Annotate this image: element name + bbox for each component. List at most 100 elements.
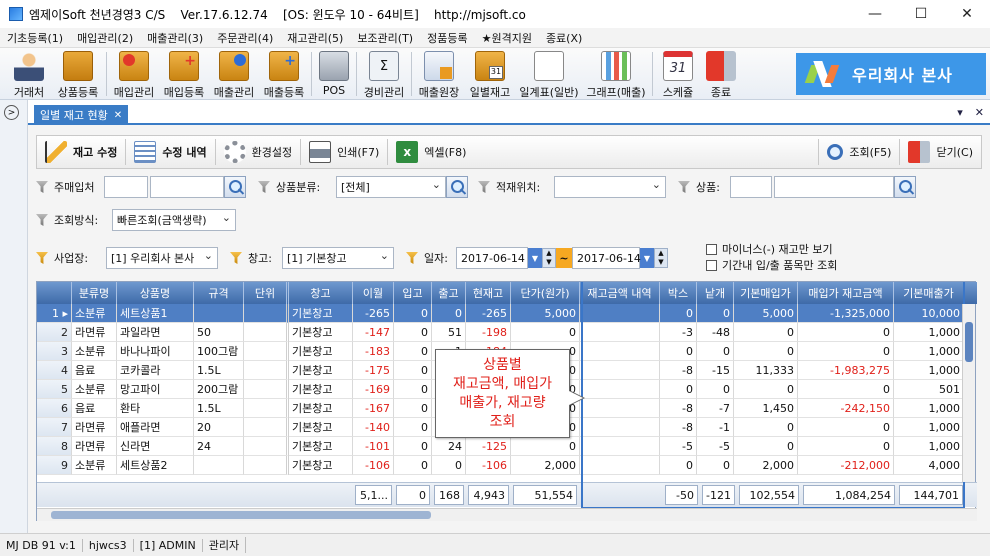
col-unit[interactable]: 단위 [244, 282, 289, 304]
cell-buy-stock-amount[interactable]: 0 [798, 380, 894, 399]
cell-buy-stock-amount[interactable]: -1,325,000 [798, 304, 894, 323]
cell-amount-detail[interactable] [580, 418, 660, 437]
cell-buy-stock-amount[interactable]: 0 [798, 418, 894, 437]
edit-history-button[interactable]: 수정 내역 [126, 135, 214, 169]
cell-in[interactable]: 0 [394, 399, 432, 418]
close-button[interactable]: ✕ [944, 0, 990, 28]
cell-piece[interactable]: 0 [697, 456, 734, 475]
cell-row-number[interactable]: 6 [37, 399, 72, 418]
cell-box[interactable]: -5 [660, 437, 697, 456]
site-select[interactable]: [1] 우리회사 본사 [106, 247, 218, 269]
cell-base-sell[interactable]: 501 [894, 380, 964, 399]
product-search-icon[interactable] [894, 176, 916, 198]
col-buy-stock-amount[interactable]: 매입가 재고금액 [798, 282, 894, 304]
cell-amount-detail[interactable] [580, 399, 660, 418]
cell-amount-detail[interactable] [580, 361, 660, 380]
cell-box[interactable]: 0 [660, 456, 697, 475]
tab-menu-icon[interactable]: ▾ [957, 106, 963, 119]
cell-base-buy[interactable]: 0 [734, 323, 798, 342]
cell-base-buy[interactable]: 0 [734, 437, 798, 456]
menu-purchase[interactable]: 매입관리(2) [70, 30, 140, 46]
cell-spec[interactable] [194, 304, 244, 323]
cell-product[interactable]: 환타 [117, 399, 194, 418]
col-base-buy[interactable]: 기본매입가 [734, 282, 798, 304]
cell-row-number[interactable]: 1 ▸ [37, 304, 72, 323]
toolbar-pos-button[interactable]: POS [314, 48, 354, 100]
date-to-calendar-icon[interactable]: ▼ [640, 248, 654, 268]
cell-box[interactable]: -8 [660, 418, 697, 437]
toolbar-daily-report-button[interactable]: 일계표(일반) [516, 48, 582, 100]
menu-basic[interactable]: 기초등록(1) [0, 30, 70, 46]
cell-product[interactable]: 과일라면 [117, 323, 194, 342]
cell-stock[interactable]: -106 [466, 456, 511, 475]
cell-spec[interactable]: 20 [194, 418, 244, 437]
cell-base-sell[interactable]: 1,000 [894, 361, 964, 380]
cell-cost[interactable]: 0 [511, 323, 580, 342]
cell-spec[interactable]: 100그람 [194, 342, 244, 361]
cell-base-sell[interactable]: 4,000 [894, 456, 964, 475]
cell-category[interactable]: 소분류 [72, 304, 117, 323]
col-out[interactable]: 출고 [432, 282, 466, 304]
cell-unit[interactable] [244, 380, 289, 399]
cell-box[interactable]: -8 [660, 399, 697, 418]
cell-base-buy[interactable]: 5,000 [734, 304, 798, 323]
cell-piece[interactable]: -5 [697, 437, 734, 456]
minus-stock-checkbox[interactable]: 마이너스(-) 재고만 보기 [706, 242, 833, 256]
vertical-scrollbar[interactable] [962, 304, 975, 482]
product-input[interactable] [774, 176, 894, 198]
cell-category[interactable]: 라면류 [72, 323, 117, 342]
col-cost[interactable]: 단가(원가) [511, 282, 580, 304]
cell-warehouse[interactable]: 기본창고 [289, 399, 353, 418]
query-mode-select[interactable]: 빠른조회(금액생략) [112, 209, 236, 231]
cell-carry[interactable]: -167 [353, 399, 394, 418]
cell-carry[interactable]: -106 [353, 456, 394, 475]
col-warehouse[interactable]: 창고 [289, 282, 353, 304]
cell-spec[interactable]: 1.5L [194, 399, 244, 418]
horizontal-scrollbar[interactable] [37, 508, 977, 521]
cell-out[interactable]: 24 [432, 437, 466, 456]
cell-stock[interactable]: -198 [466, 323, 511, 342]
cell-product[interactable]: 신라면 [117, 437, 194, 456]
cell-category[interactable]: 소분류 [72, 456, 117, 475]
cell-row-number[interactable]: 7 [37, 418, 72, 437]
main-supplier-code-input[interactable] [104, 176, 148, 198]
cell-buy-stock-amount[interactable]: -212,000 [798, 456, 894, 475]
cell-base-sell[interactable]: 1,000 [894, 418, 964, 437]
cell-unit[interactable] [244, 342, 289, 361]
col-piece[interactable]: 낱개 [697, 282, 734, 304]
cell-product[interactable]: 코카콜라 [117, 361, 194, 380]
cell-row-number[interactable]: 2 [37, 323, 72, 342]
cell-piece[interactable]: 0 [697, 304, 734, 323]
cell-piece[interactable]: 0 [697, 342, 734, 361]
main-supplier-input[interactable] [150, 176, 224, 198]
cell-base-sell[interactable]: 1,000 [894, 323, 964, 342]
menu-order[interactable]: 주문관리(4) [210, 30, 280, 46]
cell-in[interactable]: 0 [394, 418, 432, 437]
cell-unit[interactable] [244, 399, 289, 418]
cell-product[interactable]: 바나나파이 [117, 342, 194, 361]
cell-row-number[interactable]: 9 [37, 456, 72, 475]
cell-buy-stock-amount[interactable]: 0 [798, 323, 894, 342]
cell-warehouse[interactable]: 기본창고 [289, 380, 353, 399]
company-banner[interactable]: 우리회사 본사 [796, 53, 986, 95]
cell-unit[interactable] [244, 437, 289, 456]
table-row[interactable]: 1 ▸ 소분류 세트상품1 기본창고 -265 0 0 -265 5,000 0 0 5,000 -1,… [37, 304, 977, 323]
cell-product[interactable]: 애플라면 [117, 418, 194, 437]
cell-spec[interactable]: 1.5L [194, 361, 244, 380]
cell-base-buy[interactable]: 1,450 [734, 399, 798, 418]
cell-base-buy[interactable]: 11,333 [734, 361, 798, 380]
cell-amount-detail[interactable] [580, 323, 660, 342]
cell-warehouse[interactable]: 기본창고 [289, 304, 353, 323]
search-button[interactable]: 조회(F5) [819, 135, 899, 169]
col-base-sell[interactable]: 기본매출가 [894, 282, 964, 304]
main-supplier-search-icon[interactable] [224, 176, 246, 198]
date-from-spinner[interactable]: ▲ ▼ [542, 248, 556, 268]
cell-box[interactable]: 0 [660, 380, 697, 399]
toolbar-daily-stock-button[interactable]: 31 일별재고 [464, 48, 516, 100]
date-from-input[interactable]: 2017-06-14 [456, 247, 528, 269]
cell-out[interactable]: 51 [432, 323, 466, 342]
col-stock[interactable]: 현재고 [466, 282, 511, 304]
cell-out[interactable]: 0 [432, 456, 466, 475]
tab-daily-stock[interactable]: 일별 재고 현황 ✕ [34, 105, 129, 125]
toolbar-purchase-mgmt-button[interactable]: 매입관리 [109, 48, 159, 100]
